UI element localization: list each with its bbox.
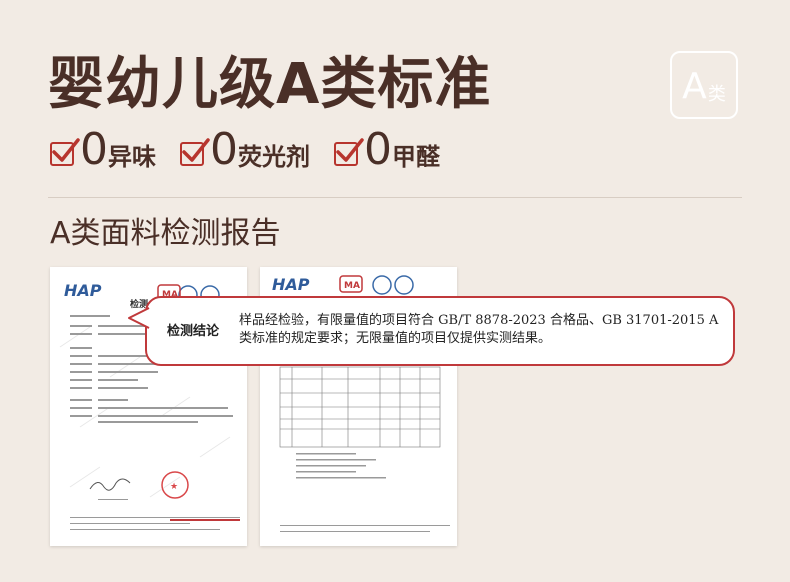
a-class-badge: A 类: [670, 51, 738, 119]
conclusion-callout: 检测结论 样品经检验，有限量值的项目符合 GB/T 8878-2023 合格品、…: [128, 296, 735, 366]
feature-number: 0: [80, 124, 108, 175]
feature-number: 0: [210, 124, 238, 175]
hap-logo: HAP: [272, 275, 310, 294]
feature-number: 0: [364, 124, 392, 175]
hap-logo: HAP: [64, 281, 102, 300]
divider: [48, 197, 742, 198]
feature-list: 0 异味 0 荧光剂 0 甲醛: [50, 124, 464, 176]
conclusion-text: 样品经检验，有限量值的项目符合 GB/T 8878-2023 合格品、GB 31…: [239, 313, 719, 346]
svg-text:MA: MA: [344, 281, 360, 291]
check-icon: [180, 138, 210, 166]
feature-no-fluorescent: 0 荧光剂: [180, 128, 310, 172]
badge-suffix: 类: [707, 84, 726, 105]
feature-no-formaldehyde: 0 甲醛: [334, 128, 440, 172]
feature-label: 异味: [108, 143, 156, 171]
check-icon: [50, 138, 80, 166]
feature-label: 荧光剂: [238, 143, 310, 171]
feature-no-odor: 0 异味: [50, 128, 156, 172]
svg-text:★: ★: [170, 482, 178, 492]
conclusion-label: 检测结论: [167, 324, 220, 339]
check-icon: [334, 138, 364, 166]
page-title: 婴幼儿级A类标准: [48, 52, 492, 117]
badge-letter: A: [682, 66, 707, 107]
callout-pointer: [128, 307, 150, 329]
feature-label: 甲醛: [392, 143, 440, 171]
section-title: A类面料检测报告: [50, 216, 281, 251]
